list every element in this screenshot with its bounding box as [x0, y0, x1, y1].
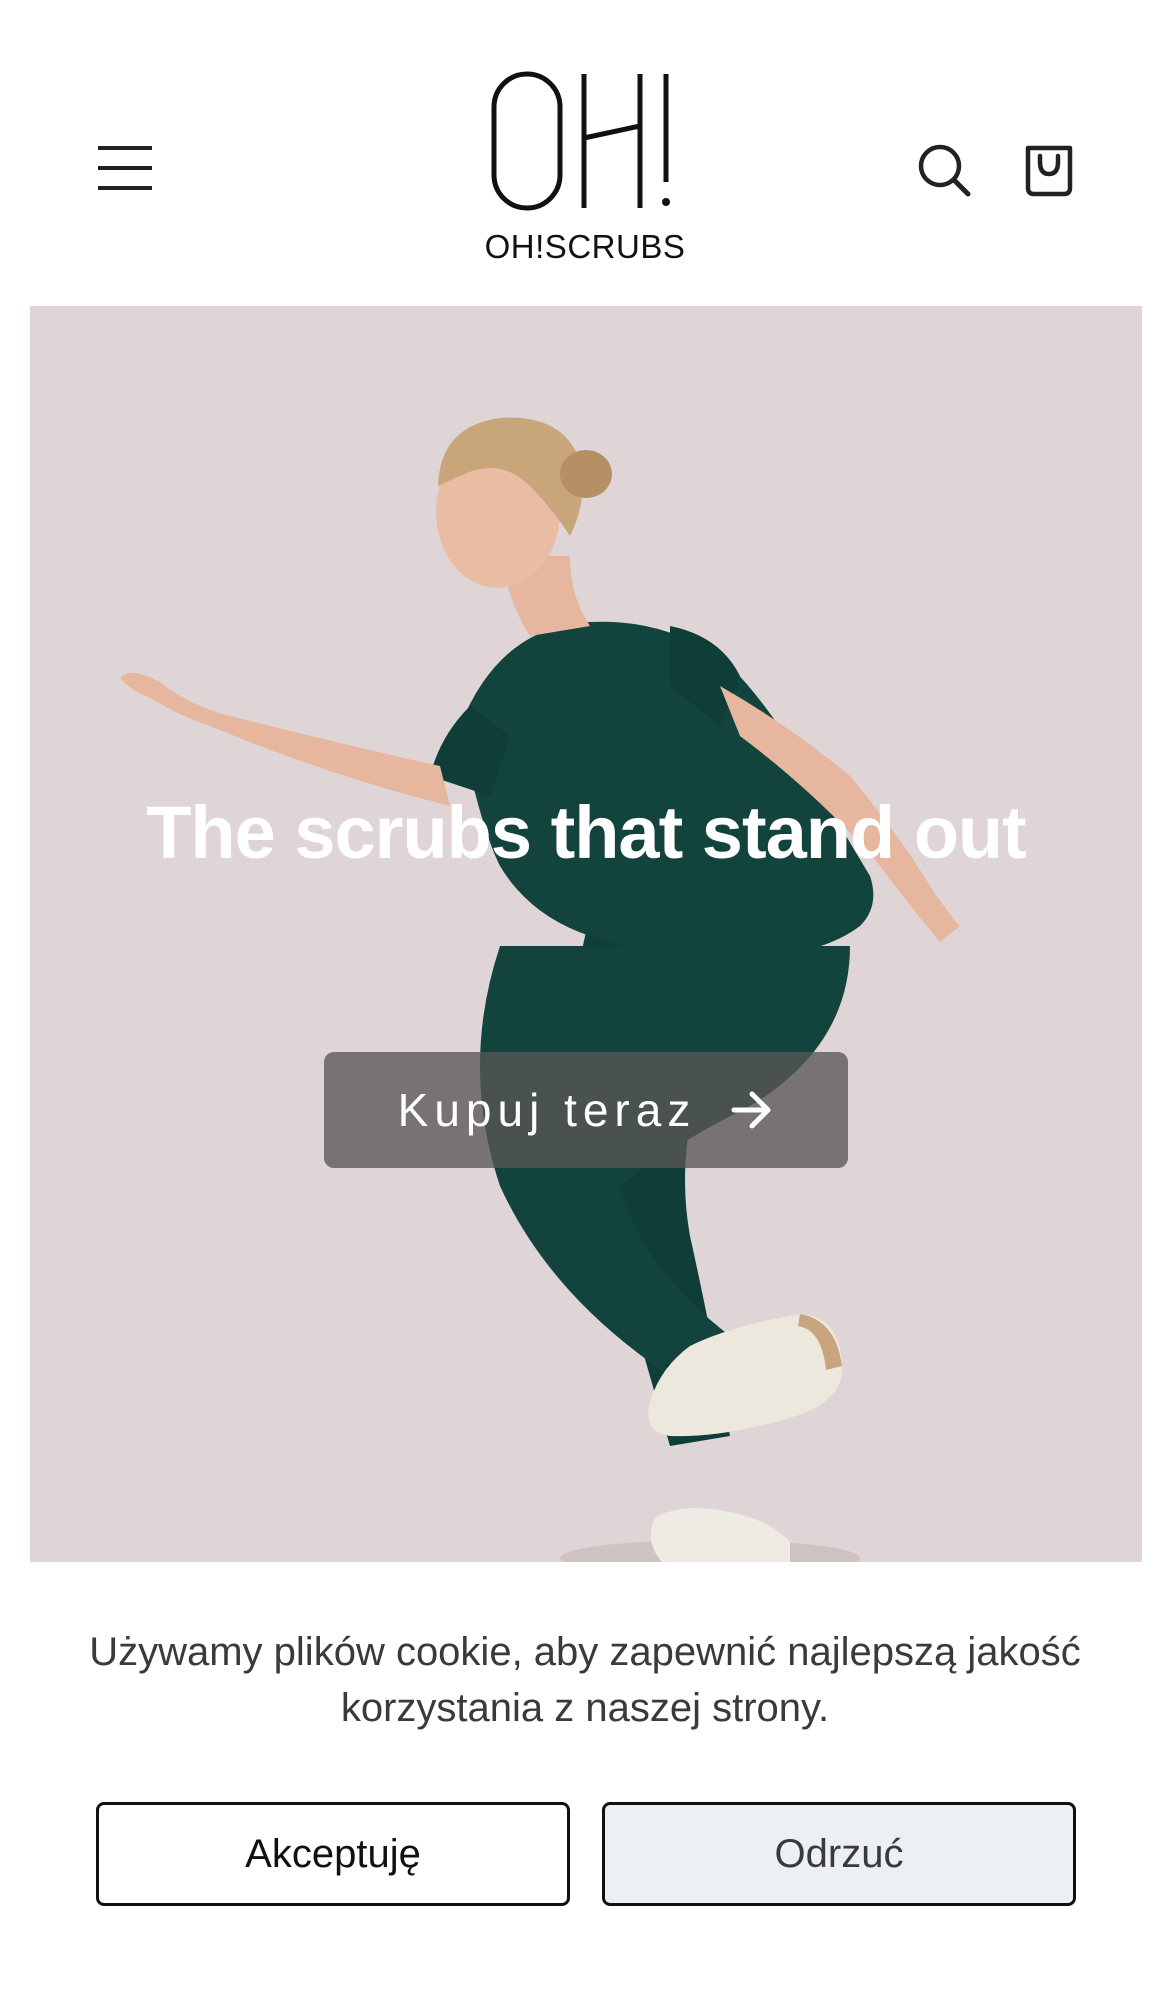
brand-logo[interactable]: OH!SCRUBS — [480, 64, 690, 274]
shop-now-button[interactable]: Kupuj teraz — [324, 1052, 848, 1168]
search-button[interactable] — [912, 138, 976, 202]
reject-cookies-button[interactable]: Odrzuć — [602, 1802, 1076, 1906]
hero-model-image — [120, 417, 960, 1562]
arrow-right-icon — [731, 1091, 771, 1129]
shop-now-label: Kupuj teraz — [397, 1084, 697, 1136]
hero-banner[interactable]: The scrubs that stand out Kupuj teraz — [30, 306, 1142, 1562]
cart-button[interactable] — [1018, 136, 1082, 200]
menu-button[interactable] — [92, 136, 162, 200]
shopping-bag-icon — [1025, 145, 1073, 197]
cookie-message: Używamy plików cookie, aby zapewnić najl… — [89, 1630, 1081, 1730]
hamburger-menu-icon — [98, 146, 152, 190]
accept-cookies-button[interactable]: Akceptuję — [96, 1802, 570, 1906]
search-icon — [918, 144, 971, 197]
cookie-banner: Używamy plików cookie, aby zapewnić najl… — [0, 1562, 1170, 1992]
site-header: OH!SCRUBS — [0, 0, 1170, 306]
hero-title: The scrubs that stand out — [146, 791, 1027, 874]
logo-mark — [491, 71, 670, 211]
logo-wordmark: OH!SCRUBS — [484, 228, 686, 265]
